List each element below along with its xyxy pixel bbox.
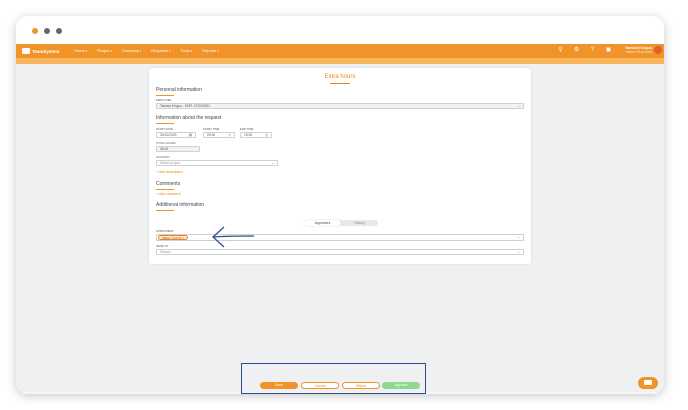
save-button[interactable]: Save [260, 382, 298, 389]
chat-icon [644, 380, 652, 385]
reject-button[interactable]: Reject [342, 382, 380, 389]
annotation-arrow [212, 226, 255, 248]
arrow-shaft [213, 235, 255, 238]
approve-button[interactable]: Approve [382, 382, 420, 389]
chat-button[interactable] [638, 377, 658, 389]
cancel-button[interactable]: Cancel [301, 382, 339, 389]
annotation-highlight-box [241, 363, 426, 394]
